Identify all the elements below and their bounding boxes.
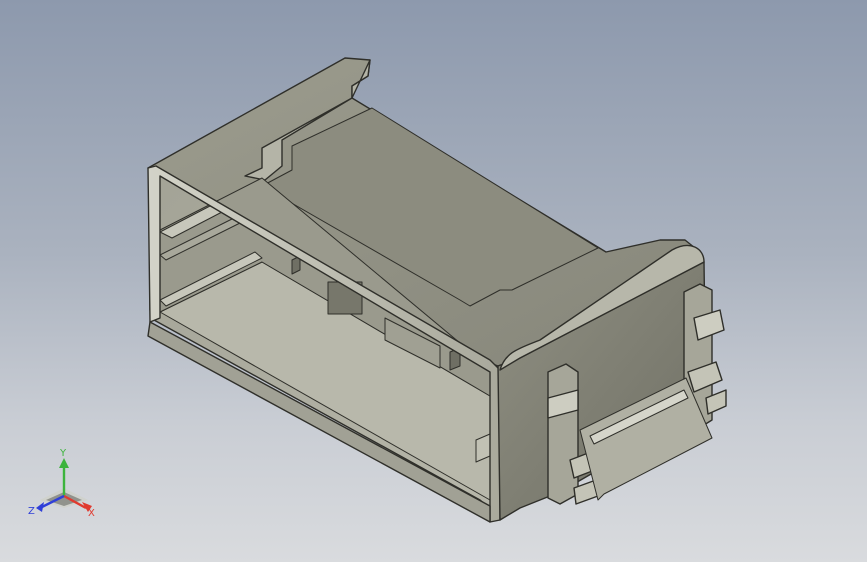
graphics-viewport[interactable]: Y X Z <box>0 0 867 562</box>
latch-arm-left <box>547 363 579 505</box>
z-axis-label: Z <box>28 506 35 517</box>
y-axis-label: Y <box>59 448 67 459</box>
x-axis-label: X <box>88 508 95 519</box>
connector-housing-model[interactable] <box>0 0 867 562</box>
z-axis-arrow <box>36 502 44 512</box>
y-axis-arrow <box>59 458 69 468</box>
orientation-triad[interactable]: Y X Z <box>26 448 102 524</box>
